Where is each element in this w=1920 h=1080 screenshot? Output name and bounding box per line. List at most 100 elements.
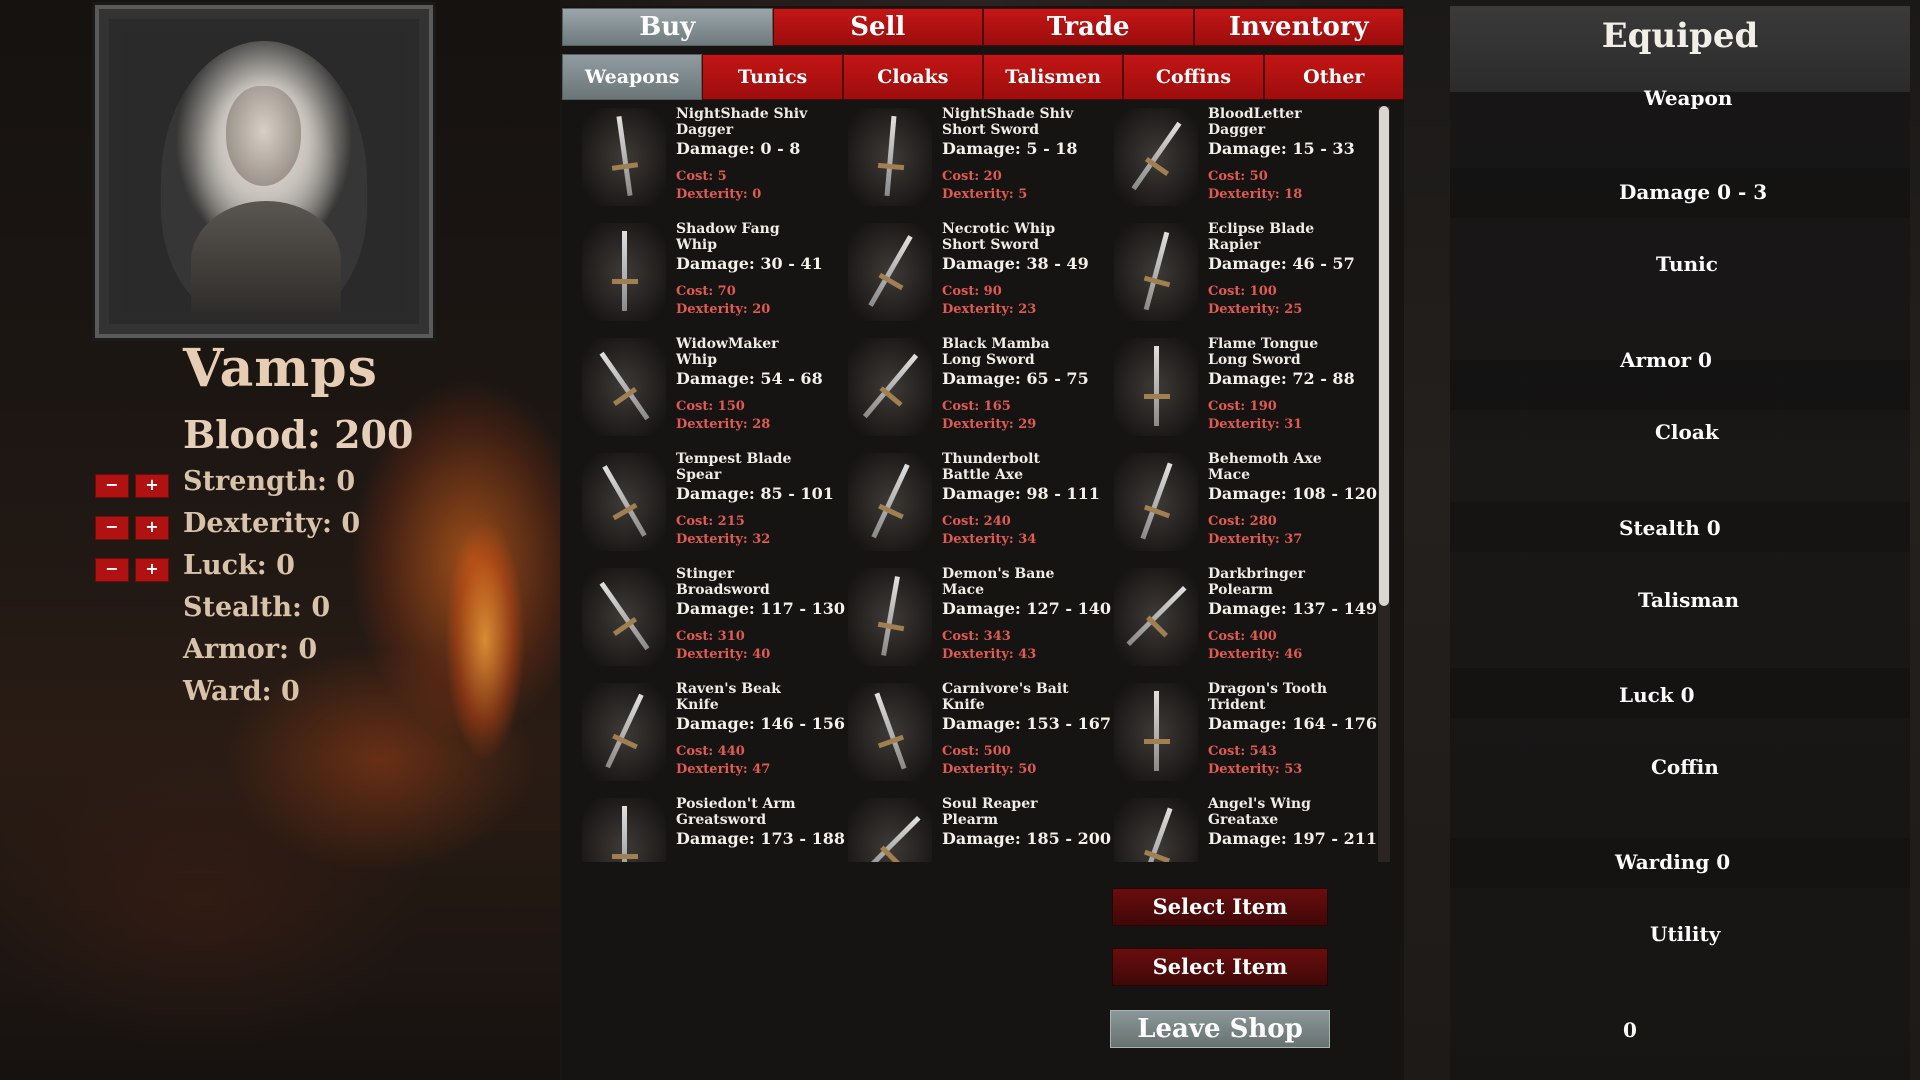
item-name: Posiedon't Arm — [676, 796, 796, 812]
shop-item[interactable]: Demon's Bane Mace Damage: 127 - 140 Cost: 3… — [844, 566, 1111, 678]
shop-item[interactable]: Raven's Beak Knife Damage: 146 - 156 Cost: … — [578, 681, 845, 793]
weapon-hilt-icon — [612, 854, 638, 859]
item-damage: Damage: 0 - 8 — [676, 139, 801, 158]
item-damage: Damage: 108 - 120 — [1208, 484, 1377, 503]
shop-item[interactable]: Thunderbolt Battle Axe Damage: 98 - 111 Cos… — [844, 451, 1110, 563]
item-cost: Cost: 90 — [942, 284, 1002, 299]
luck-increase-button[interactable]: + — [135, 558, 169, 582]
select-item-button[interactable]: Select Item — [1112, 888, 1328, 926]
tab-sell[interactable]: Sell — [772, 8, 983, 46]
item-type: Battle Axe — [942, 467, 1024, 483]
item-damage: Damage: 185 - 200 — [942, 829, 1111, 848]
item-details: Angel's Wing Greataxe Damage: 197 - 211 — [1208, 796, 1378, 850]
item-name: Necrotic Whip — [942, 221, 1056, 237]
shop-item[interactable]: BloodLetter Dagger Damage: 15 - 33 Cost: 50… — [1110, 106, 1376, 218]
equipped-talisman-label: Talisman — [1638, 588, 1740, 612]
shop-item[interactable]: Necrotic Whip Short Sword Damage: 38 - 49 C… — [844, 221, 1110, 333]
weapon-blade-icon — [602, 465, 647, 537]
strength-stat: Strength: 0 — [183, 466, 356, 497]
item-name: Tempest Blade — [676, 451, 792, 467]
item-thumbnail — [582, 108, 666, 206]
tab-tunics[interactable]: Tunics — [702, 54, 843, 100]
shop-item[interactable]: Darkbringer Polearm Damage: 137 - 149 Cost:… — [1110, 566, 1377, 678]
shop-item[interactable]: Dragon's Tooth Trident Damage: 164 - 176 Co… — [1110, 681, 1378, 793]
item-cost: Cost: 343 — [942, 629, 1011, 644]
item-thumbnail — [1114, 453, 1198, 551]
tab-buy[interactable]: Buy — [562, 8, 773, 46]
select-item-button-secondary[interactable]: Select Item — [1112, 948, 1328, 986]
weapon-blade-icon — [881, 576, 900, 656]
shop-item[interactable]: Angel's Wing Greataxe Damage: 197 - 211 — [1110, 796, 1378, 862]
weapon-blade-icon — [599, 351, 650, 421]
item-thumbnail — [1114, 223, 1198, 321]
item-name: Thunderbolt — [942, 451, 1040, 467]
item-name: Demon's Bane — [942, 566, 1055, 582]
shop-item[interactable]: Behemoth Axe Mace Damage: 108 - 120 Cost: 2… — [1110, 451, 1377, 563]
blood-stat: Blood: 200 — [183, 412, 414, 457]
item-cost: Cost: 165 — [942, 399, 1011, 414]
item-details: NightShade Shiv Short Sword Damage: 5 - 18… — [942, 106, 1112, 204]
item-thumbnail — [848, 568, 932, 666]
luck-stat: Luck: 0 — [183, 550, 295, 581]
item-dexterity: Dexterity: 25 — [1208, 302, 1303, 317]
tab-inventory[interactable]: Inventory — [1193, 8, 1404, 46]
item-type: Greataxe — [1208, 812, 1279, 828]
item-dexterity: Dexterity: 40 — [676, 647, 771, 662]
item-dexterity: Dexterity: 28 — [676, 417, 771, 432]
weapon-blade-icon — [1143, 231, 1170, 311]
item-name: Flame Tongue — [1208, 336, 1319, 352]
item-details: Dragon's Tooth Trident Damage: 164 - 176 Co… — [1208, 681, 1378, 779]
item-type: Broadsword — [676, 582, 770, 598]
item-thumbnail — [582, 338, 666, 436]
tab-trade[interactable]: Trade — [983, 8, 1194, 46]
shop-item[interactable]: Soul Reaper Plearm Damage: 185 - 200 — [844, 796, 1111, 862]
weapon-blade-icon — [1126, 585, 1187, 647]
strength-decrease-button[interactable]: − — [95, 474, 129, 498]
shop-item[interactable]: NightShade Shiv Short Sword Damage: 5 - 18… — [844, 106, 1110, 218]
item-thumbnail — [848, 108, 932, 206]
dexterity-decrease-button[interactable]: − — [95, 516, 129, 540]
item-cost: Cost: 310 — [676, 629, 745, 644]
item-dexterity: Dexterity: 31 — [1208, 417, 1303, 432]
shop-item[interactable]: Eclipse Blade Rapier Damage: 46 - 57 Cost: … — [1110, 221, 1376, 333]
stealth-stat: Stealth: 0 — [183, 592, 331, 623]
luck-decrease-button[interactable]: − — [95, 558, 129, 582]
item-details: Shadow Fang Whip Damage: 30 - 41 Cost: 70 De… — [676, 221, 846, 319]
item-thumbnail — [1114, 568, 1198, 666]
tab-weapons[interactable]: Weapons — [562, 54, 703, 100]
item-thumbnail — [582, 683, 666, 781]
shop-item[interactable]: WidowMaker Whip Damage: 54 - 68 Cost: 150 De… — [578, 336, 844, 448]
item-damage: Damage: 54 - 68 — [676, 369, 823, 388]
item-name: WidowMaker — [676, 336, 779, 352]
item-dexterity: Dexterity: 18 — [1208, 187, 1303, 202]
shop-item[interactable]: Posiedon't Arm Greatsword Damage: 173 - 18… — [578, 796, 845, 862]
item-type: Rapier — [1208, 237, 1261, 253]
item-type: Greatsword — [676, 812, 767, 828]
shop-item[interactable]: Tempest Blade Spear Damage: 85 - 101 Cost: … — [578, 451, 844, 563]
shop-item[interactable]: Shadow Fang Whip Damage: 30 - 41 Cost: 70 De… — [578, 221, 844, 333]
leave-shop-button[interactable]: Leave Shop — [1110, 1010, 1330, 1048]
tab-coffins[interactable]: Coffins — [1123, 54, 1264, 100]
tab-other[interactable]: Other — [1263, 54, 1404, 100]
weapon-blade-icon — [884, 115, 897, 197]
shop-item[interactable]: NightShade Shiv Dagger Damage: 0 - 8 Cost: … — [578, 106, 844, 218]
shop-item[interactable]: Flame Tongue Long Sword Damage: 72 - 88 Cos… — [1110, 336, 1376, 448]
equipped-stealth-value: Stealth 0 — [1619, 516, 1721, 540]
shop-item[interactable]: Black Mamba Long Sword Damage: 65 - 75 Cost… — [844, 336, 1110, 448]
item-cost: Cost: 20 — [942, 169, 1002, 184]
tab-talismen[interactable]: Talismen — [982, 54, 1124, 100]
item-type: Dagger — [676, 122, 734, 138]
main-tabbar: Buy Sell Trade Inventory — [562, 8, 1404, 46]
tab-cloaks[interactable]: Cloaks — [842, 54, 983, 100]
item-damage: Damage: 117 - 130 — [676, 599, 845, 618]
item-damage: Damage: 5 - 18 — [942, 139, 1078, 158]
shop-item[interactable]: Stinger Broadsword Damage: 117 - 130 Cost: … — [578, 566, 845, 678]
item-dexterity: Dexterity: 43 — [942, 647, 1037, 662]
scrollbar-thumb[interactable] — [1379, 106, 1389, 606]
dexterity-increase-button[interactable]: + — [135, 516, 169, 540]
weapon-blade-icon — [868, 235, 913, 307]
item-details: Carnivore's Bait Knife Damage: 153 - 167 Co… — [942, 681, 1112, 779]
shop-item[interactable]: Carnivore's Bait Knife Damage: 153 - 167 Co… — [844, 681, 1112, 793]
strength-increase-button[interactable]: + — [135, 474, 169, 498]
weapon-blade-icon — [622, 231, 627, 311]
